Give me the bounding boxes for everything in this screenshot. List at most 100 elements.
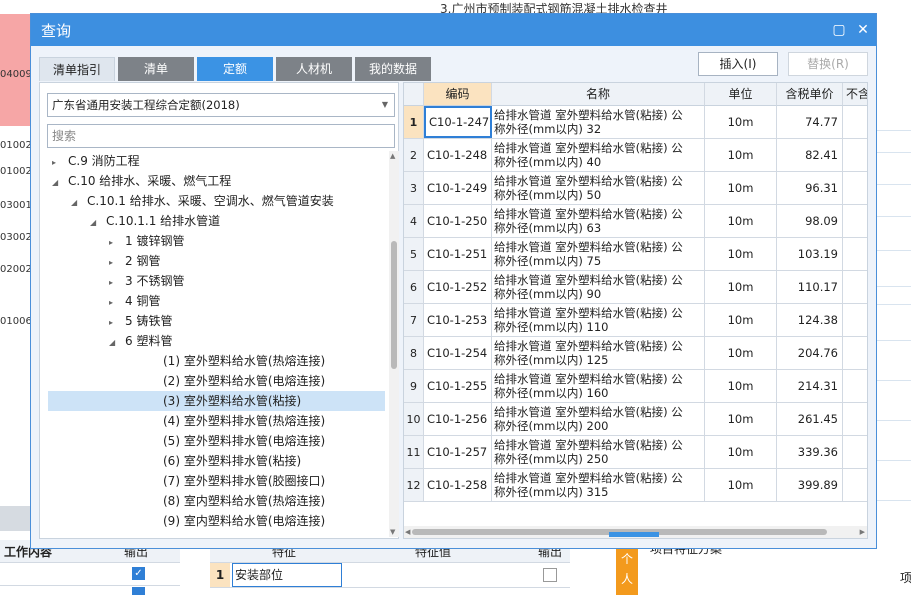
- expand-arrow-icon[interactable]: ▸: [109, 293, 119, 313]
- price-cell[interactable]: 339.36: [777, 436, 843, 468]
- price-cell[interactable]: 110.17: [777, 271, 843, 303]
- quota-code-cell[interactable]: C10-1-258: [424, 469, 492, 501]
- quota-code-cell[interactable]: C10-1-252: [424, 271, 492, 303]
- price-excl-cell[interactable]: [843, 106, 867, 138]
- price-excl-cell[interactable]: [843, 271, 867, 303]
- unchecked-checkbox[interactable]: [543, 568, 557, 582]
- table-row[interactable]: 11 C10-1-257 给排水管道 室外塑料给水管(粘接) 公称外径(mm以内) …: [404, 436, 867, 469]
- table-row[interactable]: 6 C10-1-252 给排水管道 室外塑料给水管(粘接) 公称外径(mm以内) 9…: [404, 271, 867, 304]
- maximize-icon[interactable]: ▢: [831, 22, 847, 38]
- unit-cell[interactable]: 10m: [705, 370, 777, 402]
- quota-name-cell[interactable]: 给排水管道 室外塑料给水管(粘接) 公称外径(mm以内) 32: [492, 106, 705, 138]
- table-row[interactable]: 3 C10-1-249 给排水管道 室外塑料给水管(粘接) 公称外径(mm以内) 5…: [404, 172, 867, 205]
- tree-node[interactable]: ▸ 5 铸铁管: [48, 311, 385, 331]
- price-cell[interactable]: 399.89: [777, 469, 843, 501]
- table-row[interactable]: 2 C10-1-248 给排水管道 室外塑料给水管(粘接) 公称外径(mm以内) 4…: [404, 139, 867, 172]
- unit-cell[interactable]: 10m: [705, 238, 777, 270]
- price-cell[interactable]: 261.45: [777, 403, 843, 435]
- price-excl-cell[interactable]: [843, 337, 867, 369]
- quota-name-cell[interactable]: 给排水管道 室外塑料给水管(粘接) 公称外径(mm以内) 200: [492, 403, 705, 435]
- collapse-arrow-icon[interactable]: ◢: [71, 193, 81, 213]
- quota-code-cell[interactable]: C10-1-254: [424, 337, 492, 369]
- replace-button[interactable]: 替换(R): [788, 52, 868, 76]
- tab-quota[interactable]: 定额: [197, 57, 273, 81]
- table-row[interactable]: 9 C10-1-255 给排水管道 室外塑料给水管(粘接) 公称外径(mm以内) 1…: [404, 370, 867, 403]
- grid-header-unit[interactable]: 单位: [705, 83, 777, 106]
- table-row[interactable]: 12 C10-1-258 给排水管道 室外塑料给水管(粘接) 公称外径(mm以内) …: [404, 469, 867, 502]
- table-row[interactable]: 1 C10-1-247 给排水管道 室外塑料给水管(粘接) 公称外径(mm以内) 3…: [404, 106, 867, 139]
- table-row[interactable]: 5 C10-1-251 给排水管道 室外塑料给水管(粘接) 公称外径(mm以内) 7…: [404, 238, 867, 271]
- tree-node[interactable]: ◢ 6 塑料管: [48, 331, 385, 351]
- quota-name-cell[interactable]: 给排水管道 室外塑料给水管(粘接) 公称外径(mm以内) 250: [492, 436, 705, 468]
- table-row[interactable]: 8 C10-1-254 给排水管道 室外塑料给水管(粘接) 公称外径(mm以内) 1…: [404, 337, 867, 370]
- price-excl-cell[interactable]: [843, 304, 867, 336]
- expand-arrow-icon[interactable]: ▸: [109, 273, 119, 293]
- price-cell[interactable]: 74.77: [777, 106, 843, 138]
- price-cell[interactable]: 82.41: [777, 139, 843, 171]
- unit-cell[interactable]: 10m: [705, 271, 777, 303]
- quota-name-cell[interactable]: 给排水管道 室外塑料给水管(粘接) 公称外径(mm以内) 63: [492, 205, 705, 237]
- tree-node[interactable]: ◢ C.10 给排水、采暖、燃气工程: [48, 171, 385, 191]
- table-row[interactable]: 10 C10-1-256 给排水管道 室外塑料给水管(粘接) 公称外径(mm以内) …: [404, 403, 867, 436]
- tree-node[interactable]: (8) 室内塑料给水管(热熔连接): [48, 491, 385, 511]
- tree-node[interactable]: ▸ 4 铜管: [48, 291, 385, 311]
- grid-header-price[interactable]: 含税单价: [777, 83, 843, 106]
- collapse-arrow-icon[interactable]: ◢: [90, 213, 100, 233]
- price-cell[interactable]: 214.31: [777, 370, 843, 402]
- unit-cell[interactable]: 10m: [705, 304, 777, 336]
- quota-code-cell[interactable]: C10-1-248: [424, 139, 492, 171]
- price-excl-cell[interactable]: [843, 205, 867, 237]
- quota-name-cell[interactable]: 给排水管道 室外塑料给水管(粘接) 公称外径(mm以内) 315: [492, 469, 705, 501]
- quota-name-cell[interactable]: 给排水管道 室外塑料给水管(粘接) 公称外径(mm以内) 50: [492, 172, 705, 204]
- price-excl-cell[interactable]: [843, 403, 867, 435]
- scroll-left-icon[interactable]: ◀: [405, 526, 410, 538]
- quota-code-cell[interactable]: C10-1-251: [424, 238, 492, 270]
- quota-code-cell[interactable]: C10-1-250: [424, 205, 492, 237]
- tree-node[interactable]: ▸ 3 不锈钢管: [48, 271, 385, 291]
- tree-node[interactable]: ▸ 1 镀锌钢管: [48, 231, 385, 251]
- grid-header-price-excl[interactable]: 不含: [843, 83, 867, 106]
- expand-arrow-icon[interactable]: ▸: [52, 153, 62, 173]
- collapse-arrow-icon[interactable]: ◢: [52, 173, 62, 193]
- quota-code-cell[interactable]: C10-1-253: [424, 304, 492, 336]
- tree-node[interactable]: (9) 室内塑料给水管(电熔连接): [48, 511, 385, 531]
- expand-arrow-icon[interactable]: ▸: [109, 313, 119, 333]
- unit-cell[interactable]: 10m: [705, 139, 777, 171]
- tab-list-guide[interactable]: 清单指引: [39, 57, 115, 81]
- unit-cell[interactable]: 10m: [705, 436, 777, 468]
- feature-name-cell[interactable]: 安装部位: [232, 563, 342, 587]
- quota-code-cell[interactable]: C10-1-247: [424, 106, 492, 138]
- insert-button[interactable]: 插入(I): [698, 52, 778, 76]
- library-select[interactable]: 广东省通用安装工程综合定额(2018) ▼: [47, 93, 395, 117]
- search-input[interactable]: 搜索: [47, 124, 395, 148]
- tree-node[interactable]: (7) 室外塑料排水管(胶圈接口): [48, 471, 385, 491]
- unit-cell[interactable]: 10m: [705, 106, 777, 138]
- expand-arrow-icon[interactable]: ▸: [109, 253, 119, 273]
- quota-name-cell[interactable]: 给排水管道 室外塑料给水管(粘接) 公称外径(mm以内) 110: [492, 304, 705, 336]
- quota-name-cell[interactable]: 给排水管道 室外塑料给水管(粘接) 公称外径(mm以内) 160: [492, 370, 705, 402]
- price-excl-cell[interactable]: [843, 436, 867, 468]
- quota-name-cell[interactable]: 给排水管道 室外塑料给水管(粘接) 公称外径(mm以内) 90: [492, 271, 705, 303]
- tree-node[interactable]: ▸ 2 钢管: [48, 251, 385, 271]
- price-excl-cell[interactable]: [843, 238, 867, 270]
- grid-header-code[interactable]: 编码: [424, 83, 492, 106]
- tree-node[interactable]: ◢ C.10.1.1 给排水管道: [48, 211, 385, 231]
- grid-header-name[interactable]: 名称: [492, 83, 705, 106]
- quota-name-cell[interactable]: 给排水管道 室外塑料给水管(粘接) 公称外径(mm以内) 40: [492, 139, 705, 171]
- tree-scrollbar[interactable]: ▲ ▼: [389, 151, 399, 537]
- tree-node[interactable]: (3) 室外塑料给水管(粘接): [48, 391, 385, 411]
- table-row[interactable]: 7 C10-1-253 给排水管道 室外塑料给水管(粘接) 公称外径(mm以内) 1…: [404, 304, 867, 337]
- resize-grip[interactable]: [609, 532, 659, 537]
- tab-list[interactable]: 清单: [118, 57, 194, 81]
- quota-name-cell[interactable]: 给排水管道 室外塑料给水管(粘接) 公称外径(mm以内) 75: [492, 238, 705, 270]
- price-excl-cell[interactable]: [843, 139, 867, 171]
- quota-code-cell[interactable]: C10-1-256: [424, 403, 492, 435]
- scroll-up-icon[interactable]: ▲: [390, 152, 395, 160]
- tree-node[interactable]: (4) 室外塑料排水管(热熔连接): [48, 411, 385, 431]
- tree-node[interactable]: (5) 室外塑料排水管(电熔连接): [48, 431, 385, 451]
- expand-arrow-icon[interactable]: ▸: [109, 233, 119, 253]
- scroll-down-icon[interactable]: ▼: [390, 528, 395, 536]
- tree-node[interactable]: ▸ C.9 消防工程: [48, 151, 385, 171]
- price-cell[interactable]: 124.38: [777, 304, 843, 336]
- price-cell[interactable]: 103.19: [777, 238, 843, 270]
